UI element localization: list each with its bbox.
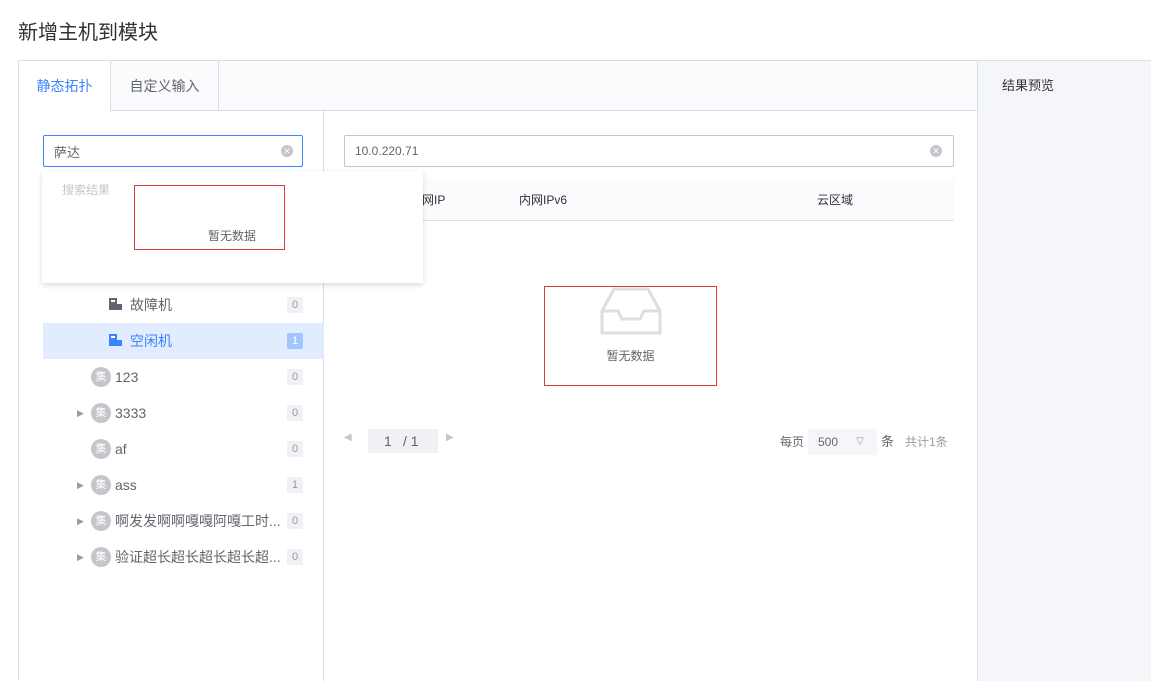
host-count-badge: 0 [287, 405, 303, 421]
tree-node-label: 3333 [115, 405, 147, 421]
chevron-down-icon: ▽ [856, 436, 864, 447]
page-title: 新增主机到模块 [18, 22, 158, 44]
set-badge-icon: 集 [91, 439, 111, 459]
next-page-icon[interactable]: ▶ [446, 432, 454, 443]
column-header-cloud-area[interactable]: 云区域 [817, 179, 853, 221]
set-badge-icon: 集 [91, 547, 111, 567]
page-number-input[interactable]: 1 / 1 [368, 429, 438, 453]
empty-text: 暂无数据 [606, 349, 655, 363]
host-count-badge: 0 [287, 297, 303, 313]
clear-icon[interactable]: ✕ [930, 145, 942, 157]
clear-icon[interactable]: ✕ [281, 145, 293, 157]
host-count-badge: 1 [287, 333, 303, 349]
tree-node-label: 故障机 [130, 297, 172, 313]
tab-static-topology[interactable]: 静态拓扑 [19, 61, 111, 112]
host-count-badge: 1 [287, 477, 303, 493]
tree-node-set[interactable]: ▶ 集 验证超长超长超长超长超... 0 [43, 539, 324, 575]
tab-custom-input[interactable]: 自定义输入 [111, 61, 219, 111]
total-pages: / 1 [403, 433, 419, 449]
dropdown-empty-state: 暂无数据 [134, 185, 285, 250]
set-badge-icon: 集 [91, 511, 111, 531]
host-count-badge: 0 [287, 369, 303, 385]
column-header-ipv6[interactable]: 内网IPv6 [519, 179, 567, 221]
expand-arrow-icon[interactable]: ▶ [77, 467, 84, 503]
preview-title: 结果预览 [1002, 78, 1055, 93]
tree-node-label: af [115, 441, 127, 457]
expand-arrow-icon[interactable]: ▶ [77, 539, 84, 575]
tree-node-idle[interactable]: 空闲机 1 [43, 323, 324, 359]
tabs-bar: 静态拓扑 自定义输入 [19, 61, 977, 112]
tree-node-label: ass [115, 477, 137, 493]
expand-arrow-icon[interactable]: ▶ [77, 503, 84, 539]
set-badge-icon: 集 [91, 475, 111, 495]
dropdown-title: 搜索结果 [62, 183, 111, 197]
page-size-value: 500 [818, 435, 839, 449]
per-page-label: 每页 [780, 435, 805, 449]
empty-box-icon [600, 287, 662, 335]
current-page: 1 [384, 433, 392, 449]
host-icon [109, 334, 122, 346]
column-header-ip[interactable]: 网IP [422, 179, 445, 221]
empty-text: 暂无数据 [208, 229, 257, 243]
main-panel: 静态拓扑 自定义输入 ✕ 故障机 0 空闲机 1 [18, 60, 978, 681]
tree-node-set[interactable]: 集 af 0 [43, 431, 324, 467]
table-header: 网IP 内网IPv6 云区域 [344, 179, 954, 221]
tree-node-set[interactable]: ▶ 集 啊发发啊啊嘎嘎阿嘎工时... 0 [43, 503, 324, 539]
tree-node-fault[interactable]: 故障机 0 [43, 287, 324, 323]
topology-search-box[interactable]: ✕ [43, 135, 303, 167]
page-size-unit: 条 [881, 434, 895, 449]
prev-page-icon[interactable]: ◀ [344, 432, 352, 443]
table-empty-state: 暂无数据 [544, 286, 717, 386]
ip-filter-box[interactable]: ✕ [344, 135, 954, 167]
search-results-dropdown: 搜索结果 暂无数据 [42, 171, 423, 283]
host-count-badge: 0 [287, 441, 303, 457]
tree-node-set[interactable]: 集 123 0 [43, 359, 324, 395]
topology-search-input[interactable] [54, 136, 274, 166]
total-count: 共计1条 [905, 435, 948, 449]
tree-node-label: 123 [115, 369, 139, 385]
tree-node-label: 空闲机 [130, 333, 172, 349]
set-badge-icon: 集 [91, 403, 111, 423]
set-badge-icon: 集 [91, 367, 111, 387]
tree-node-label: 验证超长超长超长超长超... [115, 549, 281, 565]
page-size-control: 每页 500 ▽ 条 共计1条 [780, 429, 955, 455]
tree-node-set[interactable]: ▶ 集 3333 0 [43, 395, 324, 431]
ip-filter-input[interactable] [355, 136, 915, 166]
expand-arrow-icon[interactable]: ▶ [77, 395, 84, 431]
tree-node-label: 啊发发啊啊嘎嘎阿嘎工时... [115, 513, 281, 529]
host-count-badge: 0 [287, 513, 303, 529]
host-count-badge: 0 [287, 549, 303, 565]
tree-node-set[interactable]: ▶ 集 ass 1 [43, 467, 324, 503]
host-icon [109, 298, 122, 310]
result-preview-panel: 结果预览 [978, 60, 1151, 681]
page-size-select[interactable]: 500 ▽ [808, 429, 877, 455]
